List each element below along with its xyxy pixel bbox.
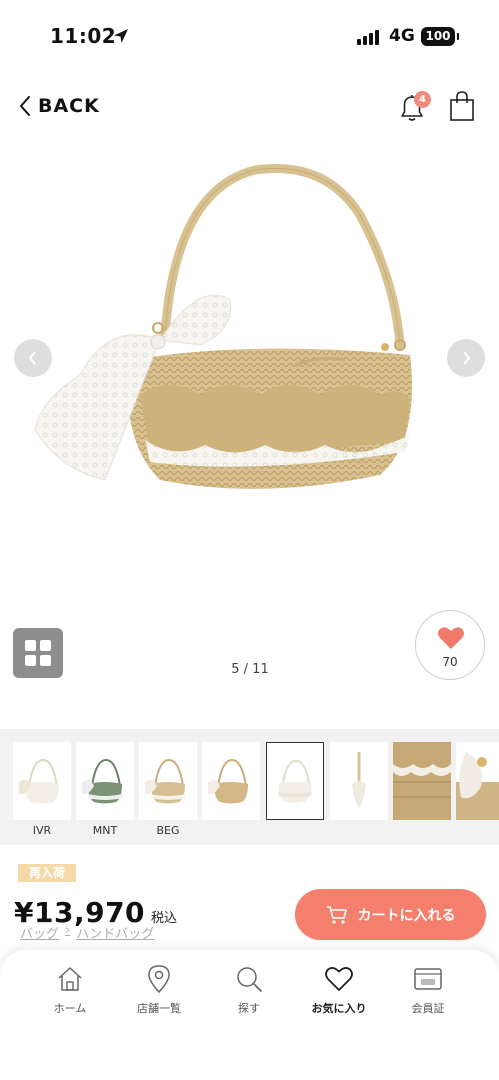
- chevron-left-icon: [28, 351, 36, 365]
- restock-badge: 再入荷: [18, 864, 76, 882]
- product-image[interactable]: [0, 140, 499, 680]
- tab-label: 店舗一覧: [137, 1002, 181, 1015]
- shopping-bag-icon: [450, 91, 474, 121]
- cart-icon: [326, 905, 347, 924]
- thumbnail-detail-weave[interactable]: [393, 742, 451, 820]
- thumbnail-image: [393, 742, 451, 820]
- grid-icon: [25, 640, 36, 651]
- thumbnail-image: [82, 758, 122, 804]
- add-to-cart-label: カートに入れる: [357, 907, 456, 924]
- breadcrumb-link[interactable]: バッグ: [20, 923, 59, 942]
- notification-badge: 4: [414, 91, 431, 108]
- thumbnail-image: [145, 758, 185, 804]
- heart-icon: [438, 627, 464, 649]
- tab-label: お気に入り: [311, 1002, 367, 1015]
- battery-icon: 100: [421, 27, 459, 46]
- thumbnail-strip[interactable]: IVR MNT BEG: [0, 729, 499, 845]
- search-icon: [237, 967, 262, 992]
- notification-button[interactable]: 4: [396, 88, 432, 124]
- thumbnail-mnt[interactable]: [76, 742, 134, 820]
- chevron-right-icon: [463, 351, 471, 365]
- status-time: 11:02: [50, 24, 117, 48]
- tab-favorites[interactable]: お気に入り: [294, 964, 384, 1024]
- member-card-icon: [414, 968, 442, 990]
- breadcrumb-link[interactable]: ハンドバッグ: [76, 923, 154, 942]
- favorite-button[interactable]: 70: [415, 610, 485, 680]
- signal-icon: [357, 29, 383, 45]
- thumbnail-detail-bow[interactable]: [330, 742, 388, 820]
- thumbnail-image: [208, 758, 248, 804]
- home-icon: [58, 967, 82, 991]
- handbag-illustration: [34, 163, 412, 489]
- map-pin-icon: [148, 965, 170, 994]
- grid-view-button[interactable]: [13, 628, 63, 678]
- thumbnail-label: BEG: [156, 824, 180, 837]
- thumbnail-image: [278, 759, 312, 803]
- location-arrow-icon: [114, 29, 128, 43]
- thumbnail-image: [456, 752, 499, 820]
- tax-label: 税込: [151, 911, 178, 926]
- tab-stores[interactable]: 店舗一覧: [114, 964, 204, 1024]
- header: BACK 4: [0, 80, 499, 132]
- chevron-left-icon: [20, 96, 30, 116]
- thumbnail-label: IVR: [32, 824, 52, 837]
- tab-label: ホーム: [53, 1002, 87, 1015]
- tab-home[interactable]: ホーム: [25, 964, 115, 1024]
- page-indicator: 5 / 11: [231, 662, 269, 677]
- status-bar: 11:02 4G 100: [0, 0, 499, 72]
- breadcrumb: バッグ › ハンドバッグ: [20, 923, 154, 942]
- tab-label: 探す: [238, 1002, 260, 1015]
- next-image-button[interactable]: [447, 339, 485, 377]
- thumbnail-beg[interactable]: [139, 742, 197, 820]
- thumbnail-detail-tassel[interactable]: [456, 742, 499, 820]
- tab-member-card[interactable]: 会員証: [383, 964, 473, 1024]
- thumbnail-beg-alt[interactable]: [202, 742, 260, 820]
- heart-icon: [325, 967, 353, 991]
- thumbnail-image: [19, 758, 59, 804]
- back-label: BACK: [38, 95, 100, 117]
- tab-label: 会員証: [411, 1002, 445, 1015]
- breadcrumb-separator: ›: [65, 923, 71, 938]
- tab-search[interactable]: 探す: [204, 964, 294, 1024]
- tab-bar: ホーム 店舗一覧 探す お気に入り 会員証: [0, 950, 499, 1080]
- thumbnail-label: MNT: [92, 824, 118, 837]
- previous-image-button[interactable]: [14, 339, 52, 377]
- favorite-count: 70: [442, 655, 458, 669]
- add-to-cart-button[interactable]: カートに入れる: [295, 889, 486, 940]
- shopping-bag-button[interactable]: [448, 90, 476, 122]
- thumbnail-image: [352, 752, 366, 808]
- thumbnail-ivr[interactable]: [13, 742, 71, 820]
- thumbnail-selected[interactable]: [266, 742, 324, 820]
- network-label: 4G: [389, 26, 415, 46]
- back-button[interactable]: BACK: [18, 92, 100, 120]
